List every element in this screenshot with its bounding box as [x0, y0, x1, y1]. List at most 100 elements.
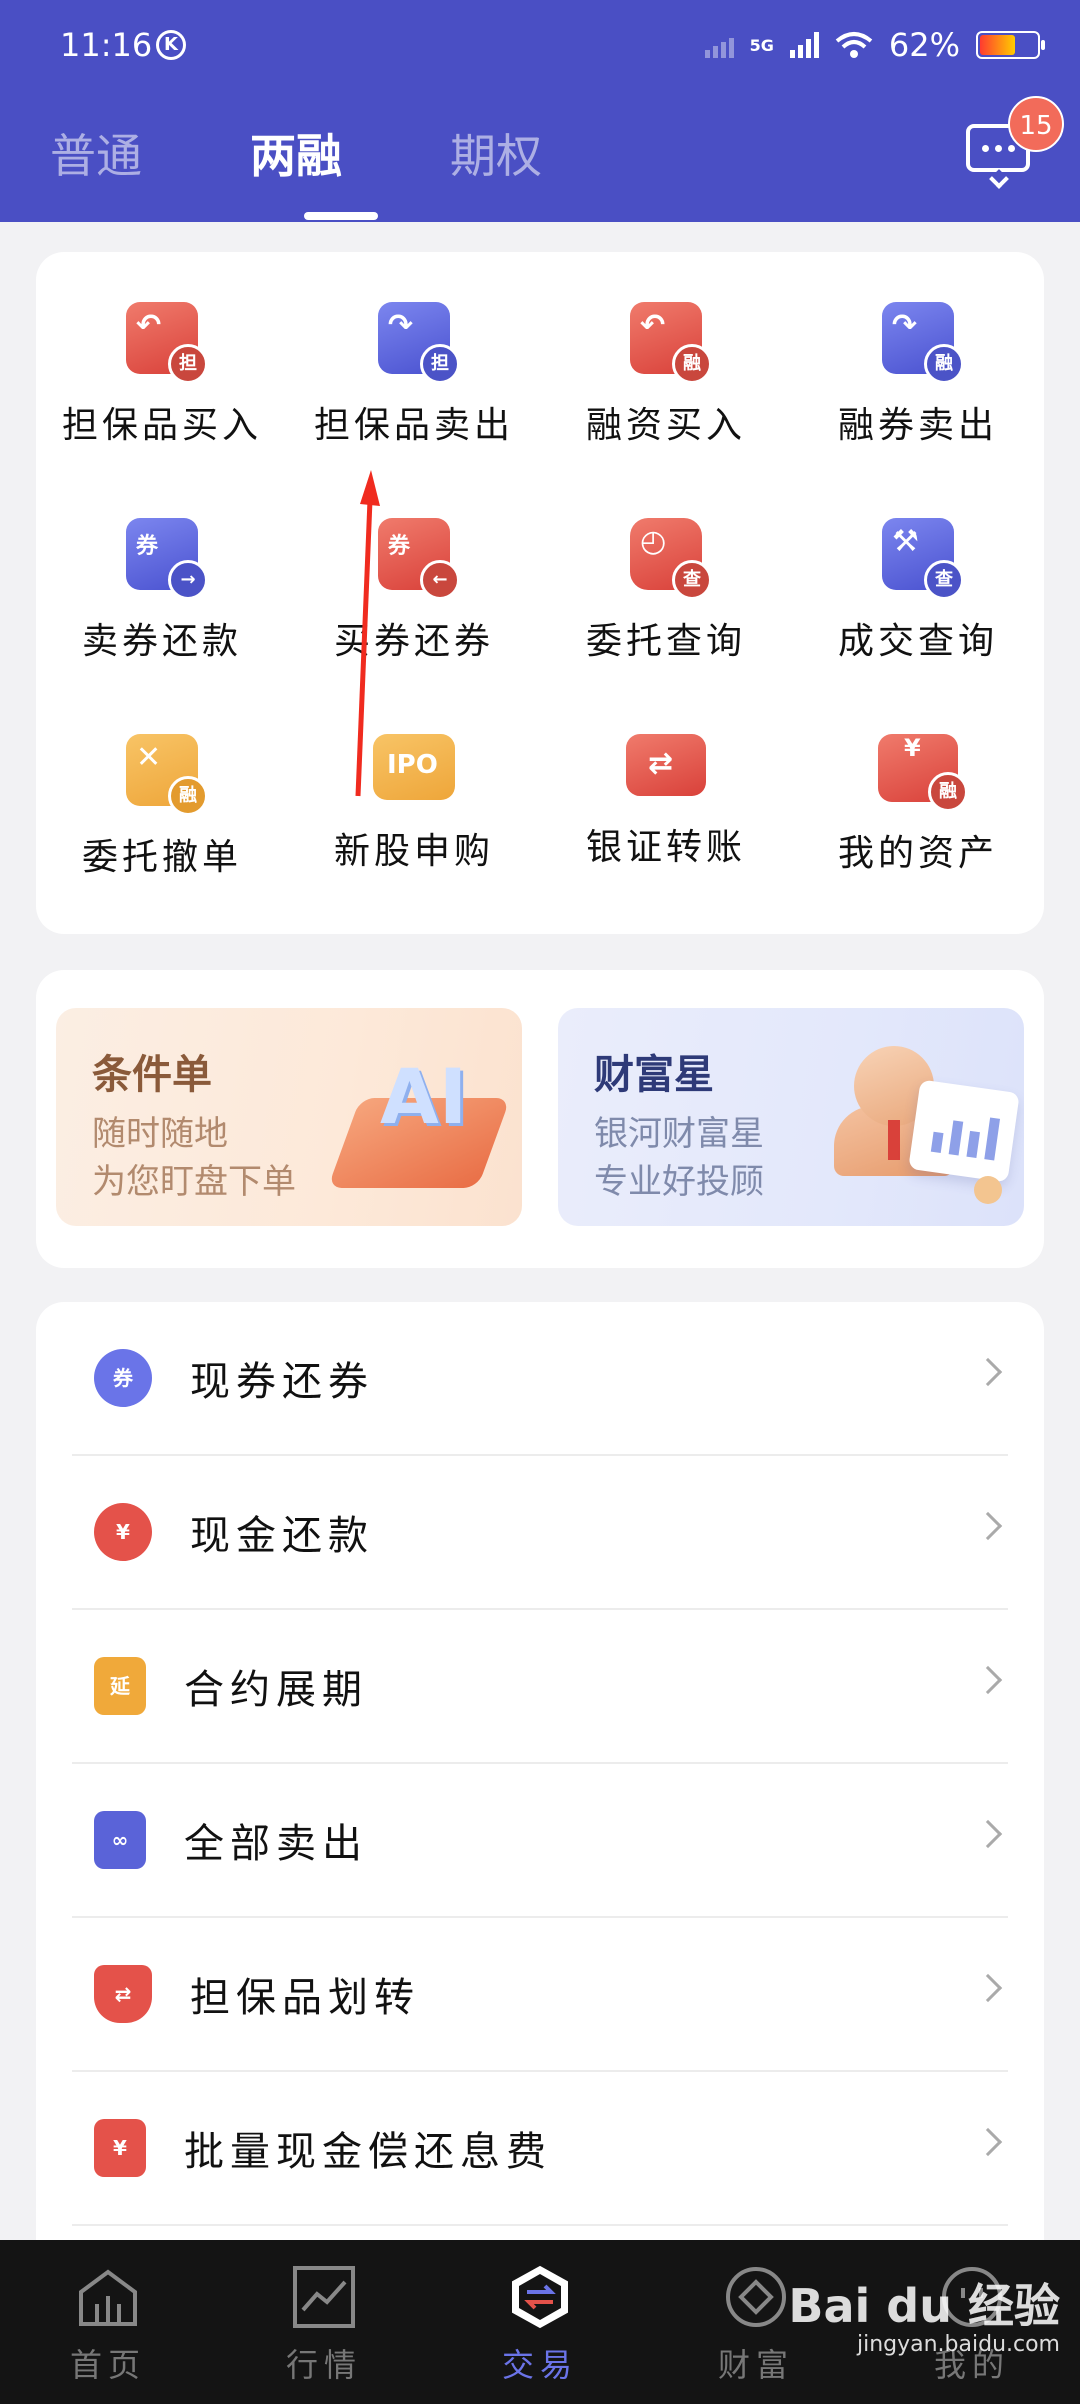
function-grid-card: ↶ 担 担保品买入 ↷ 担 担保品卖出 ↶ 融 融资买入 ↷ 融 融券卖出 券 → 卖券还…: [36, 252, 1044, 934]
banner-subtitle: 随时随地: [92, 1114, 228, 1154]
batch-repay-icon: ¥: [94, 2119, 146, 2177]
tab-margin[interactable]: 两融: [250, 120, 450, 220]
chevron-right-icon: [973, 1819, 1003, 1849]
list-item-collateral-transfer[interactable]: ⇄ 担保品划转: [72, 1918, 1008, 2072]
watermark-brand: Bai du 经验: [788, 2279, 1060, 2333]
banner-subtitle: 专业好投顾: [594, 1162, 764, 1202]
list-item-cash-repay[interactable]: ¥ 现金还款: [72, 1456, 1008, 1610]
grid-item-deal-query[interactable]: ⚒ 查 成交查询: [792, 518, 1044, 676]
banner-card: 条件单 随时随地 为您盯盘下单 AI 财富星 银河财富星 专业好投顾: [36, 970, 1044, 1268]
list-item-label: 现券还券: [190, 1359, 374, 1405]
chevron-right-icon: [973, 1973, 1003, 2003]
wallet-icon: ¥ 融: [878, 734, 968, 812]
banner-subtitle: 为您盯盘下单: [92, 1162, 296, 1202]
grid-item-label: 担保品卖出: [313, 405, 514, 446]
operation-list: 券 现券还券 ¥ 现金还款 延 合约展期 ∞ 全部卖出 ⇄ 担保品划转 ¥ 批量…: [36, 1302, 1044, 2404]
list-item-label: 批量现金偿还息费: [184, 2129, 552, 2175]
banner-conditional-order[interactable]: 条件单 随时随地 为您盯盘下单 AI: [56, 1008, 522, 1226]
home-icon: [79, 2269, 137, 2326]
grid-item-ipo[interactable]: IPO 新股申购: [288, 734, 540, 892]
baidu-watermark: Bai du 经验 jingyan.baidu.com: [788, 2270, 1060, 2357]
grid-item-collateral-buy[interactable]: ↶ 担 担保品买入: [36, 302, 288, 460]
status-time: 11:16: [60, 26, 153, 64]
grid-item-sell-to-repay[interactable]: 券 → 卖券还款: [36, 518, 288, 676]
collateral-buy-icon: ↶ 担: [126, 302, 208, 384]
bank-card-icon: ⇄: [626, 734, 706, 796]
grid-item-label: 委托撤单: [81, 837, 242, 878]
nav-label: 首页: [69, 2346, 146, 2384]
ai-illustration-icon: AI: [327, 1048, 511, 1198]
list-item-contract-extension[interactable]: 延 合约展期: [72, 1610, 1008, 1764]
grid-item-label: 我的资产: [837, 833, 998, 874]
grid-item-label: 融券卖出: [837, 405, 998, 446]
ipo-ticket-icon: IPO: [373, 734, 455, 800]
chevron-right-icon: [973, 2127, 1003, 2157]
nav-home[interactable]: 首页: [0, 2240, 216, 2404]
chevron-right-icon: [973, 1511, 1003, 1541]
nav-market[interactable]: 行情: [216, 2240, 432, 2404]
banner-title: 财富星: [594, 1052, 714, 1098]
banner-subtitle: 银河财富星: [594, 1114, 764, 1154]
buy-to-return-icon: 券 ←: [378, 518, 460, 600]
signal-icon: [789, 32, 819, 58]
wealth-icon: [726, 2267, 786, 2327]
cancel-order-icon: ✕ 融: [126, 734, 208, 816]
shield-transfer-icon: ⇄: [94, 1965, 152, 2023]
hammer-icon: ⚒ 查: [882, 518, 964, 600]
banner-wealth-star[interactable]: 财富星 银河财富星 专业好投顾: [558, 1008, 1024, 1226]
grid-item-label: 担保品买入: [61, 405, 262, 446]
tab-normal[interactable]: 普通: [50, 120, 250, 186]
grid-item-label: 成交查询: [837, 621, 998, 662]
list-item-label: 全部卖出: [184, 1821, 368, 1867]
grid-item-label: 银证转账: [585, 827, 746, 868]
grid-item-bank-transfer[interactable]: ⇄ 银证转账: [540, 734, 792, 892]
list-item-label: 现金还款: [190, 1513, 374, 1559]
tab-options[interactable]: 期权: [450, 120, 650, 186]
chevron-right-icon: [973, 1665, 1003, 1695]
chevron-right-icon: [973, 1357, 1003, 1387]
margin-buy-icon: ↶ 融: [630, 302, 712, 384]
sell-to-repay-icon: 券 →: [126, 518, 208, 600]
short-sell-icon: ↷ 融: [882, 302, 964, 384]
watermark-url: jingyan.baidu.com: [856, 2332, 1060, 2357]
yuan-icon: ¥: [94, 1503, 152, 1561]
nav-label: 财富: [717, 2346, 794, 2384]
grid-item-label: 新股申购: [333, 831, 494, 872]
annotation-arrow-icon: [355, 470, 380, 797]
grid-item-label: 融资买入: [585, 405, 746, 446]
list-item-return-securities[interactable]: 券 现券还券: [72, 1302, 1008, 1456]
chart-icon: [293, 2266, 355, 2328]
trade-icon: [512, 2265, 568, 2329]
list-item-label: 合约展期: [184, 1667, 368, 1713]
advisor-illustration-icon: [824, 1036, 1020, 1206]
status-bar: 11:16 K 5G 62%: [60, 22, 1045, 72]
grid-item-collateral-sell[interactable]: ↷ 担 担保品卖出: [288, 302, 540, 460]
grid-item-order-query[interactable]: ◴ 查 委托查询: [540, 518, 792, 676]
list-item-label: 担保品划转: [190, 1975, 420, 2021]
nav-trade[interactable]: 交易: [432, 2240, 648, 2404]
nav-label: 行情: [285, 2346, 362, 2384]
extend-icon: 延: [94, 1657, 146, 1715]
battery-percent: 62%: [888, 26, 960, 64]
collateral-sell-icon: ↷ 担: [378, 302, 460, 384]
wifi-icon: [835, 32, 873, 58]
grid-item-my-assets[interactable]: ¥ 融 我的资产: [792, 734, 1044, 892]
network-type: 5G: [749, 35, 774, 55]
function-grid: ↶ 担 担保品买入 ↷ 担 担保品卖出 ↶ 融 融资买入 ↷ 融 融券卖出 券 → 卖券还…: [36, 302, 1044, 892]
coupon-icon: 券: [94, 1349, 152, 1407]
clock-icon: ◴ 查: [630, 518, 712, 600]
banner-title: 条件单: [92, 1052, 212, 1098]
list-item-batch-interest-repay[interactable]: ¥ 批量现金偿还息费: [72, 2072, 1008, 2226]
signal-secondary-icon: [704, 32, 734, 58]
battery-icon: [976, 31, 1045, 59]
grid-item-buy-to-return[interactable]: 券 ← 买券还券: [288, 518, 540, 676]
grid-item-margin-buy[interactable]: ↶ 融 融资买入: [540, 302, 792, 460]
message-count-badge: 15: [1008, 96, 1064, 152]
top-tabs: 普通 两融 期权: [50, 120, 650, 220]
app-header: 11:16 K 5G 62% 普通 两融 期权 15: [0, 0, 1080, 222]
grid-item-short-sell[interactable]: ↷ 融 融券卖出: [792, 302, 1044, 460]
list-item-sell-all[interactable]: ∞ 全部卖出: [72, 1764, 1008, 1918]
grid-item-cancel-order[interactable]: ✕ 融 委托撤单: [36, 734, 288, 892]
k-icon: K: [156, 30, 186, 60]
sell-all-icon: ∞: [94, 1811, 146, 1869]
